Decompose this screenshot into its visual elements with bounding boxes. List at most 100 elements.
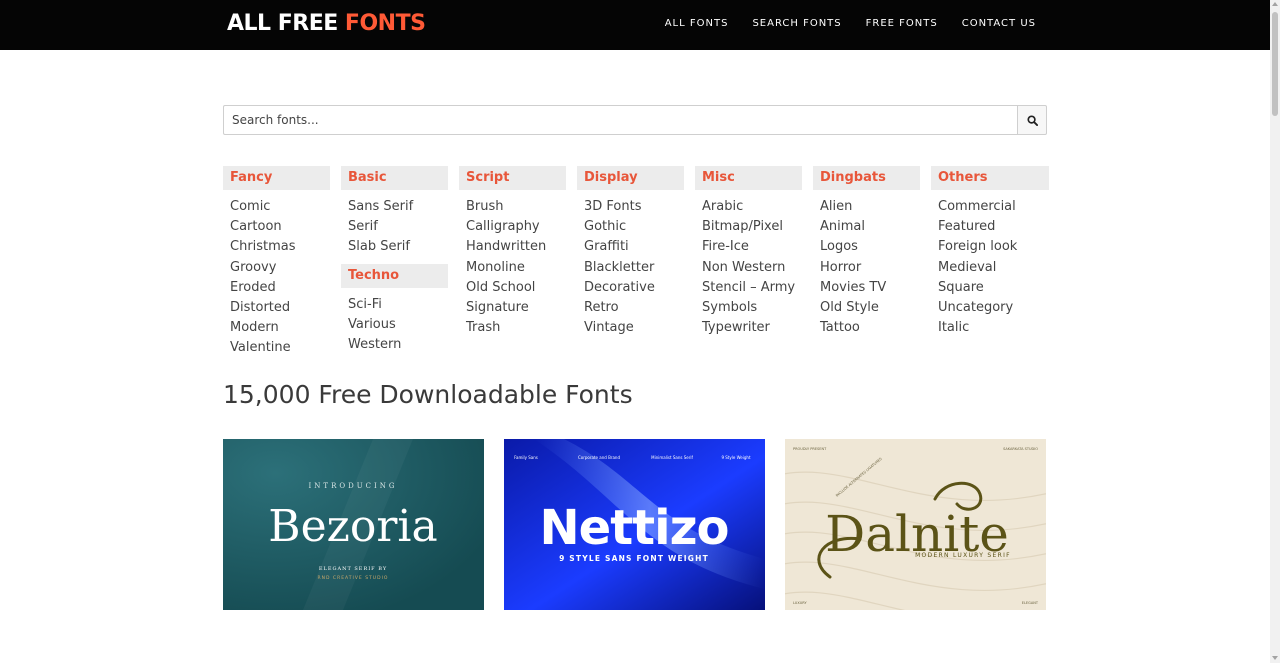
font-card-bezoria[interactable]: INTRODUCING Bezoria ELEGANT SERIF BY RND… [223, 439, 484, 610]
category-link[interactable]: Slab Serif [348, 237, 441, 257]
category-basic: Basic Sans Serif Serif Slab Serif Techno… [341, 166, 448, 359]
category-title[interactable]: Dingbats [813, 166, 920, 190]
card-feature: Corporate and Brand [578, 455, 620, 460]
card-font-name: Bezoria [268, 501, 437, 552]
font-card-nettizo[interactable]: Family Sans Corporate and Brand Minimali… [504, 439, 765, 610]
category-link[interactable]: Typewriter [702, 318, 795, 338]
category-title[interactable]: Display [577, 166, 684, 190]
category-script: Script Brush Calligraphy Handwritten Mon… [459, 166, 566, 359]
category-link[interactable]: Groovy [230, 258, 323, 278]
scroll-down-arrow-icon[interactable] [1272, 656, 1278, 660]
category-link[interactable]: Movies TV [820, 278, 913, 298]
card-feature: 9 Style Weight [721, 455, 751, 460]
category-link[interactable]: Sans Serif [348, 197, 441, 217]
card-font-name: Nettizo [540, 500, 729, 556]
category-misc: Misc Arabic Bitmap/Pixel Fire-Ice Non We… [695, 166, 802, 359]
category-link[interactable]: Old Style [820, 298, 913, 318]
category-link[interactable]: Western [348, 335, 441, 355]
category-link[interactable]: Old School [466, 278, 559, 298]
category-link[interactable]: Calligraphy [466, 217, 559, 237]
category-link[interactable]: Tattoo [820, 318, 913, 338]
category-link[interactable]: Serif [348, 217, 441, 237]
category-link[interactable]: 3D Fonts [584, 197, 677, 217]
scroll-up-arrow-icon[interactable] [1272, 2, 1278, 6]
category-link[interactable]: Gothic [584, 217, 677, 237]
category-link[interactable]: Comic [230, 197, 323, 217]
search-input[interactable] [223, 105, 1017, 135]
font-card-dalnite[interactable]: PROUDLY PRESENT SAKARKATA STUDIO LUXURY … [785, 439, 1046, 610]
category-title[interactable]: Script [459, 166, 566, 190]
category-link[interactable]: Stencil – Army [702, 278, 795, 298]
search-button[interactable] [1017, 105, 1047, 135]
category-link[interactable]: Eroded [230, 278, 323, 298]
card-corner-text: PROUDLY PRESENT [793, 447, 827, 451]
category-link[interactable]: Foreign look [938, 237, 1042, 257]
category-link[interactable]: Christmas [230, 237, 323, 257]
card-corner-text: LUXURY [793, 601, 808, 605]
card-tagline: 9 STYLE SANS FONT WEIGHT [559, 554, 709, 563]
category-link[interactable]: Signature [466, 298, 559, 318]
category-link[interactable]: Fire-Ice [702, 237, 795, 257]
category-link[interactable]: Medieval [938, 258, 1042, 278]
category-title[interactable]: Others [931, 166, 1049, 190]
category-link[interactable]: Monoline [466, 258, 559, 278]
logo-text-white: ALL FREE [227, 11, 338, 36]
category-link[interactable]: Various [348, 315, 441, 335]
category-link[interactable]: Distorted [230, 298, 323, 318]
category-title[interactable]: Fancy [223, 166, 330, 190]
category-title[interactable]: Misc [695, 166, 802, 190]
category-link[interactable]: Retro [584, 298, 677, 318]
category-link[interactable]: Modern [230, 318, 323, 338]
category-fancy: Fancy Comic Cartoon Christmas Groovy Ero… [223, 166, 330, 359]
category-link[interactable]: Arabic [702, 197, 795, 217]
card-tagline: ELEGANT SERIF BY [319, 566, 387, 572]
category-link[interactable]: Handwritten [466, 237, 559, 257]
category-link[interactable]: Decorative [584, 278, 677, 298]
scrollbar-thumb[interactable] [1272, 12, 1278, 116]
category-display: Display 3D Fonts Gothic Graffiti Blackle… [577, 166, 684, 359]
category-link[interactable]: Sci-Fi [348, 295, 441, 315]
category-link[interactable]: Vintage [584, 318, 677, 338]
category-title-techno[interactable]: Techno [341, 263, 448, 288]
category-link[interactable]: Logos [820, 237, 913, 257]
category-link[interactable]: Graffiti [584, 237, 677, 257]
category-link[interactable]: Blackletter [584, 258, 677, 278]
category-link[interactable]: Bitmap/Pixel [702, 217, 795, 237]
category-others: Others Commercial Featured Foreign look … [931, 166, 1049, 359]
card-corner-text: ELEGANT [1022, 601, 1039, 605]
category-link[interactable]: Animal [820, 217, 913, 237]
nav-contact-us[interactable]: CONTACT US [962, 18, 1036, 29]
card-tagline: MODERN LUXURY SERIF [915, 552, 1011, 559]
category-link[interactable]: Alien [820, 197, 913, 217]
category-link[interactable]: Valentine [230, 338, 323, 358]
top-navigation-bar: ALL FREE FONTS ALL FONTS SEARCH FONTS FR… [0, 0, 1270, 50]
nav-free-fonts[interactable]: FREE FONTS [866, 18, 938, 29]
font-preview-image: INTRODUCING Bezoria ELEGANT SERIF BY RND… [223, 439, 484, 610]
category-link[interactable]: Square [938, 278, 1042, 298]
card-corner-text: SAKARKATA STUDIO [1003, 447, 1038, 451]
category-link[interactable]: Brush [466, 197, 559, 217]
search-bar [223, 105, 1047, 135]
page-scrollbar[interactable] [1270, 0, 1280, 663]
card-credit: RND CREATIVE STUDIO [318, 575, 389, 581]
category-link[interactable]: Featured [938, 217, 1042, 237]
category-title[interactable]: Basic [341, 166, 448, 190]
category-link[interactable]: Cartoon [230, 217, 323, 237]
card-intro-text: INTRODUCING [309, 482, 398, 490]
category-link[interactable]: Horror [820, 258, 913, 278]
category-link[interactable]: Commercial [938, 197, 1042, 217]
category-link[interactable]: Non Western [702, 258, 795, 278]
main-nav: ALL FONTS SEARCH FONTS FREE FONTS CONTAC… [665, 18, 1036, 29]
category-link[interactable]: Uncategory [938, 298, 1042, 318]
card-feature: Minimalist Sans Serif [651, 455, 693, 460]
nav-all-fonts[interactable]: ALL FONTS [665, 18, 729, 29]
category-dingbats: Dingbats Alien Animal Logos Horror Movie… [813, 166, 920, 359]
category-link[interactable]: Italic [938, 318, 1042, 338]
category-link[interactable]: Symbols [702, 298, 795, 318]
site-logo[interactable]: ALL FREE FONTS [227, 11, 426, 36]
font-preview-image: Family Sans Corporate and Brand Minimali… [504, 439, 765, 610]
card-feature: Family Sans [514, 455, 538, 460]
category-link[interactable]: Trash [466, 318, 559, 338]
font-preview-image: PROUDLY PRESENT SAKARKATA STUDIO LUXURY … [785, 439, 1046, 610]
nav-search-fonts[interactable]: SEARCH FONTS [752, 18, 841, 29]
